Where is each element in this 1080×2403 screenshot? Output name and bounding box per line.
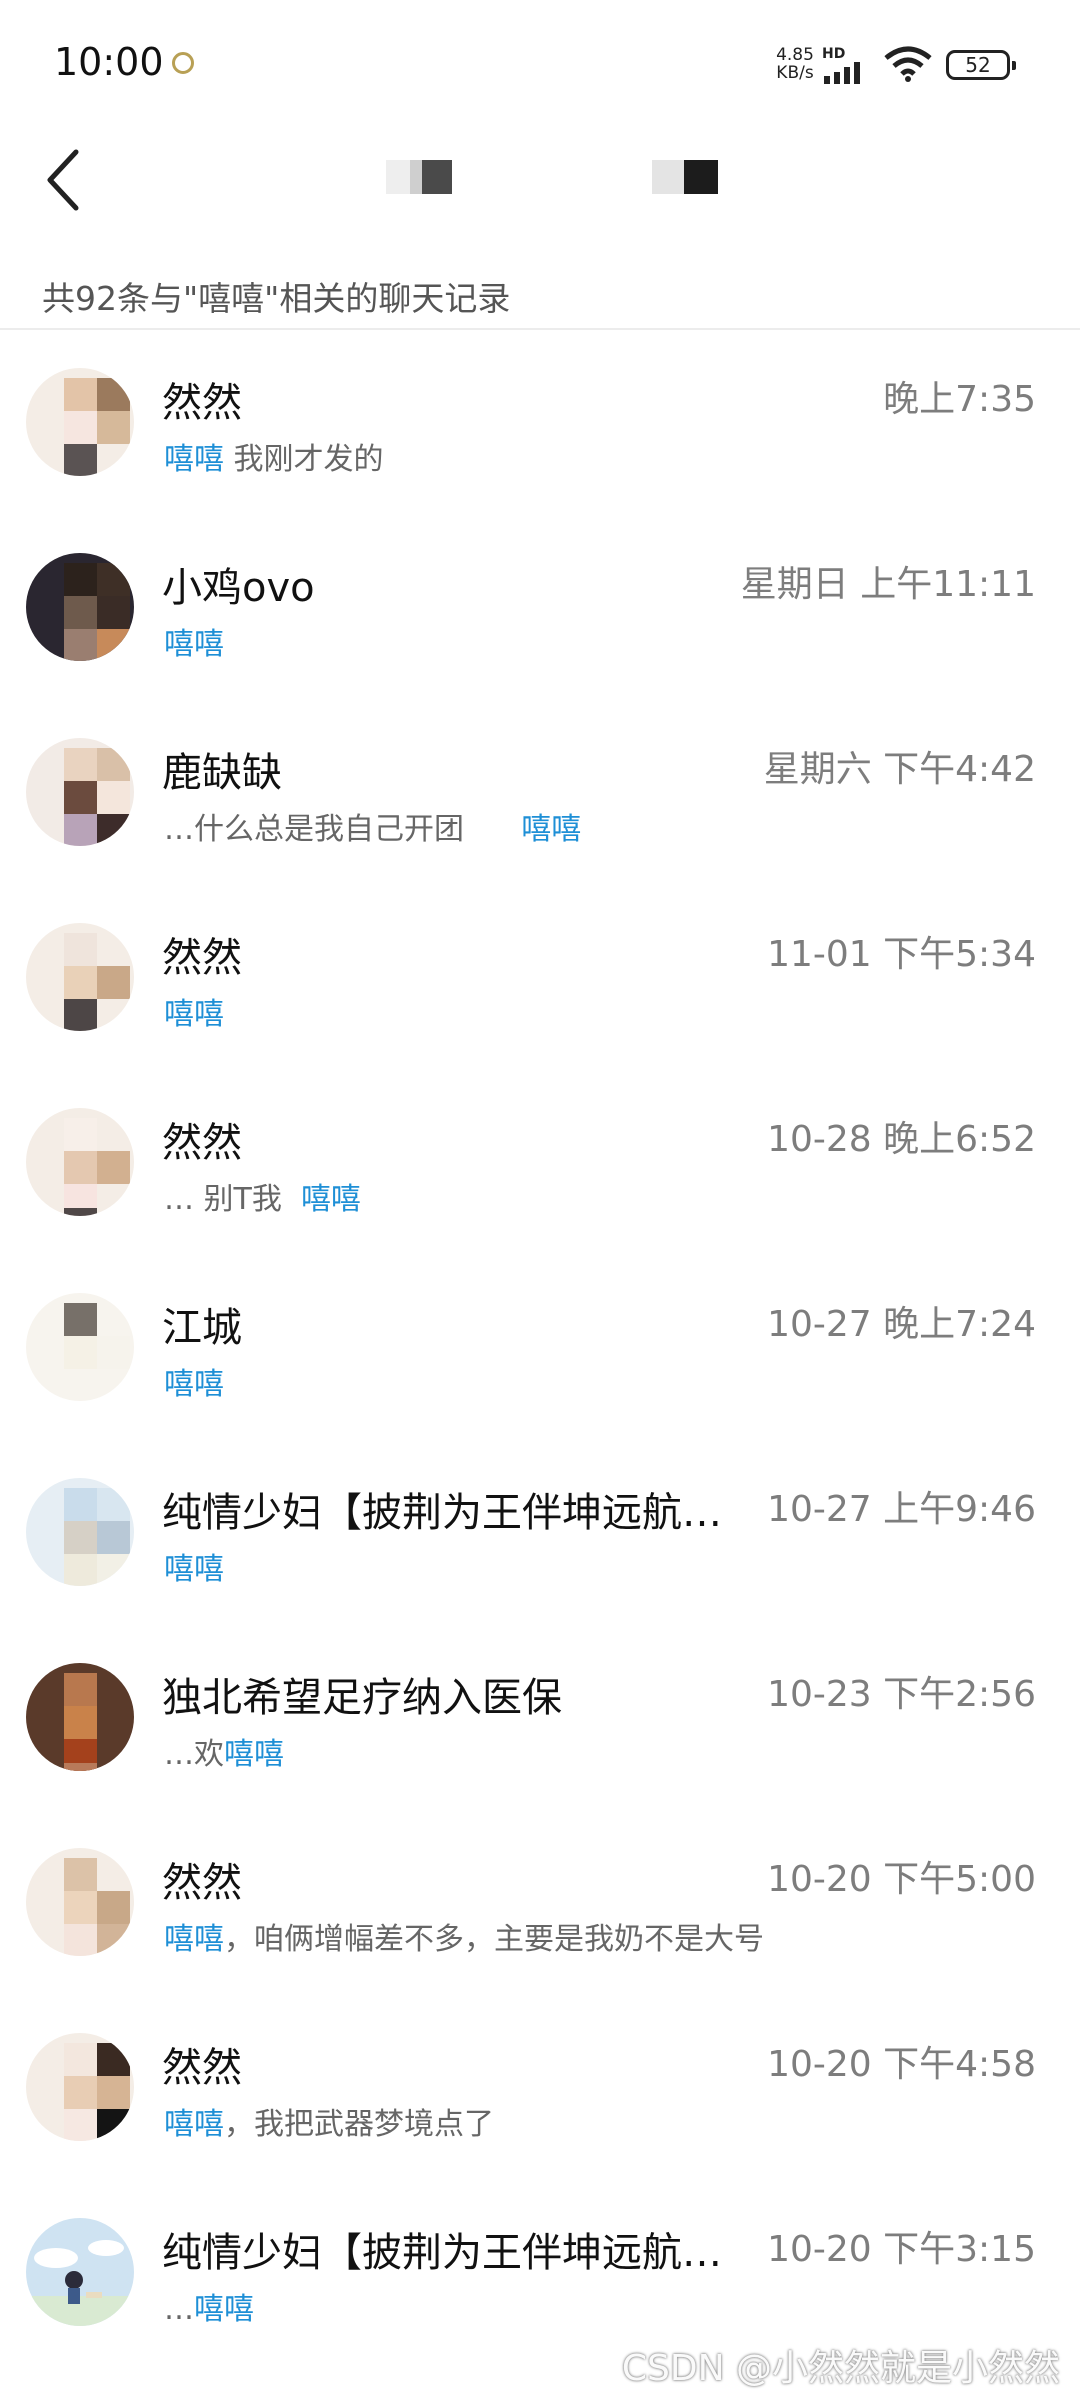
- chat-snippet: 嘻嘻: [164, 1552, 224, 1587]
- chat-snippet: 嘻嘻: [164, 1367, 224, 1402]
- chat-snippet: …欢嘻嘻: [164, 1737, 284, 1772]
- list-item[interactable]: 然然 10-20 下午4:58 嘻嘻，我把武器梦境点了: [0, 1995, 1080, 2180]
- chat-name: 江城: [162, 1305, 242, 1351]
- chat-name: 然然: [162, 1860, 242, 1906]
- wifi-icon: [884, 46, 932, 82]
- chat-time: 10-20 下午3:15: [767, 2229, 1036, 2270]
- hd-indicator: HD: [822, 46, 846, 62]
- chevron-left-icon: [47, 149, 79, 211]
- chat-snippet: … 别T我 嘻嘻: [164, 1182, 361, 1217]
- chat-time: 10-27 晚上7:24: [767, 1304, 1036, 1345]
- list-item[interactable]: 独北希望足疗纳入医保 10-23 下午2:56 …欢嘻嘻: [0, 1625, 1080, 1810]
- chat-snippet: 嘻嘻: [164, 627, 224, 662]
- battery-icon: 52: [946, 50, 1016, 80]
- avatar-illustration: [26, 2240, 134, 2326]
- chat-name: 小鸡ovo: [162, 565, 315, 611]
- chat-time: 星期六 下午4:42: [763, 749, 1036, 790]
- list-item[interactable]: 纯情少妇【披荆为王伴坤远航… 10-20 下午3:15 …嘻嘻: [0, 2180, 1080, 2365]
- list-item[interactable]: 然然 10-20 下午5:00 嘻嘻，咱俩增幅差不多，主要是我奶不是大号: [0, 1810, 1080, 1995]
- avatar: [26, 2218, 134, 2326]
- chat-name: 纯情少妇【披荆为王伴坤远航…: [162, 1490, 722, 1536]
- chat-time: 10-23 下午2:56: [767, 1674, 1036, 1715]
- chat-snippet: …什么总是我自己开团 嘻嘻: [164, 812, 582, 847]
- list-item[interactable]: 然然 11-01 下午5:34 嘻嘻: [0, 885, 1080, 1070]
- list-item[interactable]: 鹿缺缺 星期六 下午4:42 …什么总是我自己开团 嘻嘻: [0, 700, 1080, 885]
- network-speed: 4.85 KB/s: [776, 45, 814, 83]
- avatar: [26, 738, 134, 846]
- watermark: CSDN @小然然就是小然然: [621, 2348, 1060, 2389]
- results-summary: 共92条与"嘻嘻"相关的聊天记录: [42, 279, 511, 318]
- avatar: [26, 2033, 134, 2141]
- chat-time: 10-27 上午9:46: [767, 1489, 1036, 1530]
- avatar: [26, 1108, 134, 1216]
- title-redacted: [652, 160, 718, 194]
- chat-time: 10-20 下午4:58: [767, 2044, 1036, 2085]
- top-bar: [0, 130, 1080, 235]
- avatar: [26, 923, 134, 1031]
- chat-time: 晚上7:35: [883, 379, 1036, 420]
- chat-name: 然然: [162, 1120, 242, 1166]
- list-item[interactable]: 小鸡ovo 星期日 上午11:11 嘻嘻: [0, 515, 1080, 700]
- signal-icon: [824, 62, 860, 84]
- chat-name: 独北希望足疗纳入医保: [162, 1675, 562, 1721]
- chat-snippet: …嘻嘻: [164, 2292, 254, 2327]
- chat-time: 10-20 下午5:00: [767, 1859, 1036, 1900]
- chat-snippet: 嘻嘻，我把武器梦境点了: [164, 2107, 494, 2142]
- title-redacted: [386, 160, 452, 194]
- avatar: [26, 1663, 134, 1771]
- chat-snippet: 嘻嘻，咱俩增幅差不多，主要是我奶不是大号: [164, 1922, 764, 1957]
- list-item[interactable]: 纯情少妇【披荆为王伴坤远航… 10-27 上午9:46 嘻嘻: [0, 1440, 1080, 1625]
- chat-time: 11-01 下午5:34: [767, 934, 1036, 975]
- status-bar: 10:00 4.85 KB/s HD 52: [0, 0, 1080, 130]
- back-button[interactable]: [36, 142, 96, 218]
- status-time: 10:00: [54, 40, 164, 84]
- chat-time: 星期日 上午11:11: [740, 564, 1036, 605]
- avatar: [26, 1478, 134, 1586]
- list-item[interactable]: 江城 10-27 晚上7:24 嘻嘻: [0, 1255, 1080, 1440]
- list-item[interactable]: 然然 10-28 晚上6:52 … 别T我 嘻嘻: [0, 1070, 1080, 1255]
- chat-snippet: 嘻嘻: [164, 997, 224, 1032]
- chat-name: 然然: [162, 380, 242, 426]
- avatar: [26, 1848, 134, 1956]
- chat-time: 10-28 晚上6:52: [767, 1119, 1036, 1160]
- chat-name: 鹿缺缺: [162, 750, 282, 796]
- avatar: [26, 368, 134, 476]
- avatar: [26, 553, 134, 661]
- notification-icon: [172, 52, 194, 74]
- list-item[interactable]: 然然 晚上7:35 嘻嘻 我刚才发的: [0, 330, 1080, 515]
- chat-snippet: 嘻嘻 我刚才发的: [164, 442, 384, 477]
- chat-name: 纯情少妇【披荆为王伴坤远航…: [162, 2230, 722, 2276]
- chat-name: 然然: [162, 2045, 242, 2091]
- chat-name: 然然: [162, 935, 242, 981]
- avatar: [26, 1293, 134, 1401]
- results-header: 共92条与"嘻嘻"相关的聊天记录: [0, 236, 1080, 330]
